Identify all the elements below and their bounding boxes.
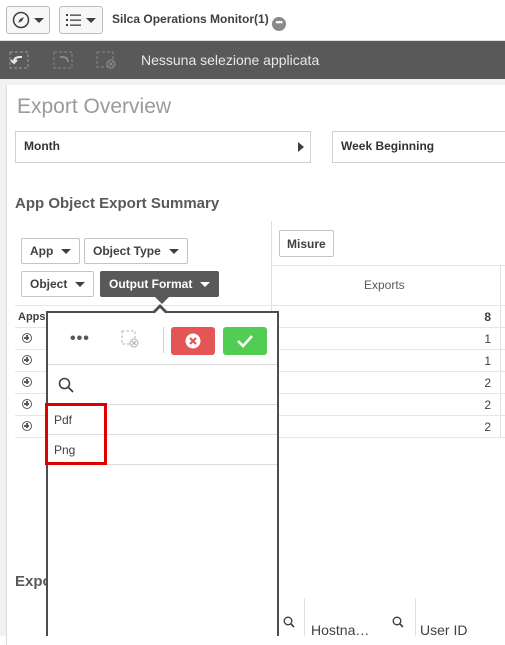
table-divider [15, 305, 505, 306]
close-icon [185, 333, 201, 349]
app-title: Silca Operations Monitor(1) ••• [112, 12, 286, 31]
chevron-down-icon [34, 17, 44, 23]
chevron-right-icon [298, 142, 304, 152]
table-divider [415, 598, 416, 636]
row-value: 1 [484, 332, 491, 346]
filter-week-beginning[interactable]: Week Beginning [332, 131, 505, 163]
dimension-label: Output Format [109, 277, 193, 291]
popup-pointer-inner [154, 308, 166, 314]
table-divider [304, 598, 305, 636]
total-value: 8 [484, 310, 491, 324]
dimension-label: Object Type [93, 244, 161, 258]
filter-week-label: Week Beginning [341, 139, 435, 153]
clear-selection-icon[interactable] [121, 330, 139, 348]
chevron-down-icon [61, 248, 72, 254]
row-value: 2 [484, 376, 491, 390]
navigation-button[interactable] [6, 6, 50, 34]
toolbar-separator [163, 327, 164, 353]
dimension-app-button[interactable]: App [21, 238, 81, 264]
filter-month-label: Month [24, 139, 60, 153]
step-forward-icon[interactable] [52, 50, 74, 70]
expand-plus-icon[interactable] [22, 399, 32, 409]
dimension-object-button[interactable]: Object [21, 271, 95, 297]
total-row-label: Apps [18, 311, 46, 323]
dimension-object-type-button[interactable]: Object Type [84, 238, 188, 264]
table-divider [271, 265, 505, 266]
table-divider [500, 265, 501, 437]
highlight-annotation [45, 403, 107, 465]
expand-plus-icon[interactable] [22, 377, 32, 387]
active-pointer [155, 297, 169, 304]
row-value: 2 [484, 398, 491, 412]
app-more-icon[interactable]: ••• [271, 17, 286, 31]
dimension-label: Object [30, 277, 68, 291]
more-options-button[interactable]: ••• [70, 330, 90, 348]
listbox-popup: ••• Pdf Png [46, 311, 279, 636]
column-header-exports: Exports [364, 278, 405, 292]
confirm-selection-button[interactable] [223, 327, 267, 355]
dimension-output-format-button[interactable]: Output Format [100, 271, 220, 297]
chevron-down-icon [86, 17, 96, 23]
expand-plus-icon[interactable] [22, 333, 32, 343]
list-icon [66, 14, 81, 26]
section-title: App Object Export Summary [15, 195, 220, 212]
search-icon[interactable] [392, 616, 404, 628]
chevron-down-icon [75, 281, 86, 287]
listbox-toolbar: ••• [48, 313, 277, 365]
chevron-down-icon [168, 248, 179, 254]
app-title-text: Silca Operations Monitor(1) [112, 12, 269, 26]
page-title: Export Overview [17, 95, 172, 118]
selection-status-text: Nessuna selezione applicata [141, 52, 320, 68]
search-icon[interactable] [283, 616, 295, 628]
step-back-icon[interactable] [8, 50, 30, 70]
sheet-list-button[interactable] [59, 6, 103, 34]
filter-month[interactable]: Month [15, 131, 311, 163]
cancel-selection-button[interactable] [171, 327, 215, 355]
dimension-label: App [30, 244, 54, 258]
top-toolbar: Silca Operations Monitor(1) ••• [0, 0, 505, 41]
compass-icon [12, 11, 30, 29]
row-value: 2 [484, 420, 491, 434]
search-icon [58, 377, 74, 393]
measures-button[interactable]: Misure [279, 230, 334, 257]
checkmark-icon [237, 335, 253, 348]
chevron-down-icon [200, 281, 211, 287]
listbox-search[interactable] [48, 365, 277, 405]
selection-bar: Nessuna selezione applicata [0, 41, 505, 79]
expand-plus-icon[interactable] [22, 355, 32, 365]
clear-selections-icon[interactable] [95, 50, 117, 70]
row-value: 1 [484, 354, 491, 368]
expand-plus-icon[interactable] [22, 421, 32, 431]
